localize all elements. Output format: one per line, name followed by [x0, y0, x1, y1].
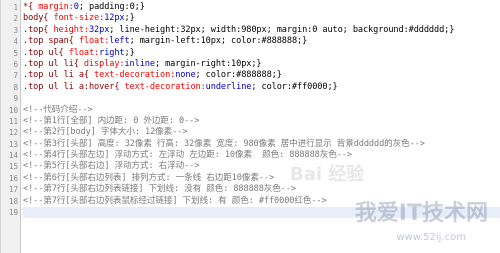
line-number: 15 [9, 162, 18, 172]
css-property: display: [83, 58, 125, 69]
css-selector: .top ul li a{ [23, 70, 95, 81]
line-number: 9 [13, 94, 19, 104]
css-rest: ;} [124, 13, 135, 24]
code-line[interactable]: 15 <!--第5行[头部右边] 浮动方式: 右浮动--> [9, 161, 500, 172]
css-property: font-size: [53, 13, 105, 24]
line-number: 10 [9, 105, 18, 115]
css-property: margin: [38, 2, 74, 12]
css-property: float: [78, 36, 110, 47]
css-value: 12px [104, 13, 125, 24]
line-number: 19 [9, 208, 18, 218]
code-comment: <!--第2行[body] 字体大小: 12像素--> [23, 127, 188, 138]
code-line[interactable]: 7 .top ul li a{ text-decoration:none; col… [14, 70, 500, 81]
code-line[interactable]: 19 [9, 207, 500, 219]
code-line[interactable]: 10 <!--代码介绍--> [9, 104, 500, 116]
code-line[interactable]: 1 *{ margin:0; padding:0;} [14, 2, 500, 13]
code-line[interactable]: 5 .top ul{ float:right;} [14, 47, 500, 59]
code-line[interactable]: 14 <!--第4行[头部左边] 浮动方式: 左浮动 左边距: 10像素 颜色: … [9, 150, 500, 161]
css-rest: ; padding:0;} [78, 2, 145, 12]
code-line[interactable]: 12 <!--第2行[body] 字体大小: 12像素--> [9, 127, 500, 138]
css-value: none [175, 70, 196, 81]
css-property: text-decoration: [94, 70, 176, 81]
css-selector: .top{ [23, 24, 54, 35]
css-value: 32px [88, 24, 110, 35]
code-comment: <!--第3行[头部] 高度: 32像素 行高: 32像素 宽度: 980像素 … [23, 138, 425, 149]
code-line[interactable]: 18 <!--第7行[头部右边列表鼠标经过链接] 下划线: 有 颜色: #ff00… [9, 195, 500, 207]
css-property: height: [53, 24, 89, 35]
line-number: 13 [9, 139, 18, 149]
css-selector: .top ul{ [23, 47, 69, 58]
css-rest: ; color:#888888;} [195, 70, 282, 81]
css-rest: ; margin-right:10px;} [154, 58, 262, 69]
line-number: 1 [13, 3, 19, 12]
css-selector: .top span{ [23, 36, 79, 47]
line-number: 18 [9, 196, 18, 206]
code-line[interactable]: 3 .top{ height:32px; line-height:32px; wi… [14, 24, 500, 36]
css-selector: body{ [23, 13, 54, 24]
line-number: 7 [13, 71, 19, 81]
code-comment: <!--第7行[头部右边列表鼠标经过链接] 下划线: 有 颜色: #ff0000… [23, 195, 327, 206]
code-line[interactable]: 16 <!--第6行[头部右边列表] 排列方式: 一条线 右边距10像素--> [9, 172, 500, 184]
code-area[interactable]: 1 *{ margin:0; padding:0;} 2 body{ font-siz… [9, 2, 500, 253]
code-line[interactable]: 17 <!--第7行[头部右边列表链接] 下划线: 没有 颜色: 888888灰色… [9, 184, 500, 195]
code-comment: <!--第4行[头部左边] 浮动方式: 左浮动 左边距: 10像素 颜色: 88… [23, 150, 352, 161]
code-line[interactable]: 4 .top span{ float:left; margin-left:10px… [14, 36, 500, 47]
code-line[interactable]: 8 .top ul li a:hover{ text-decoration:und… [14, 81, 500, 93]
line-number: 5 [13, 48, 19, 58]
baidu-watermark: Bai 经验 [290, 164, 365, 185]
code-comment: <!--第5行[头部右边] 浮动方式: 右浮动--> [23, 161, 200, 172]
code-line[interactable]: 6 .top ul li{ display:inline; margin-righ… [14, 58, 500, 70]
css-value: right [99, 47, 125, 58]
code-line[interactable]: 13 <!--第3行[头部] 高度: 32像素 行高: 32像素 宽度: 980像… [9, 138, 500, 150]
line-number: 14 [9, 151, 18, 161]
css-property: text-decoration: [124, 81, 206, 92]
css-selector: *{ [23, 2, 39, 12]
line-number: 16 [9, 173, 18, 183]
css-value: inline [124, 58, 155, 69]
css-value: underline [205, 81, 252, 92]
line-number: 4 [13, 37, 19, 47]
code-comment: <!--第1行[全部] 内边距: 0 外边距: 0--> [23, 115, 200, 126]
line-number: 17 [9, 185, 18, 195]
code-line[interactable]: 9 [14, 93, 500, 104]
code-comment: <!--代码介绍--> [23, 104, 93, 115]
css-property: float: [68, 47, 100, 58]
css-selector: .top ul li a:hover{ [23, 81, 125, 92]
css-rest: ; line-height:32px; width:980px; margin:… [109, 24, 455, 35]
css-rest: ; margin-left:10px; color:#888888;} [129, 36, 308, 47]
code-comment: <!--第6行[头部右边列表] 排列方式: 一条线 右边距10像素--> [23, 172, 275, 183]
css-selector: .top ul li{ [23, 58, 84, 69]
code-line[interactable]: 11 <!--第1行[全部] 内边距: 0 外边距: 0--> [9, 115, 500, 127]
line-number: 8 [13, 82, 19, 92]
css-rest: ; color:#ff0000;} [251, 81, 338, 92]
code-line[interactable]: 2 body{ font-size:12px;} [14, 13, 500, 24]
line-number: 12 [9, 128, 18, 138]
line-number: 11 [9, 116, 18, 126]
line-number: 6 [13, 59, 19, 69]
code-comment: <!--第7行[头部右边列表链接] 下划线: 没有 颜色: 888888灰色--… [23, 184, 297, 195]
line-number: 2 [13, 14, 19, 24]
line-number: 3 [13, 25, 19, 35]
code-editor[interactable]: 1 *{ margin:0; padding:0;} 2 body{ font-siz… [0, 0, 500, 253]
css-rest: ;} [124, 47, 135, 58]
css-value: left [109, 36, 130, 47]
